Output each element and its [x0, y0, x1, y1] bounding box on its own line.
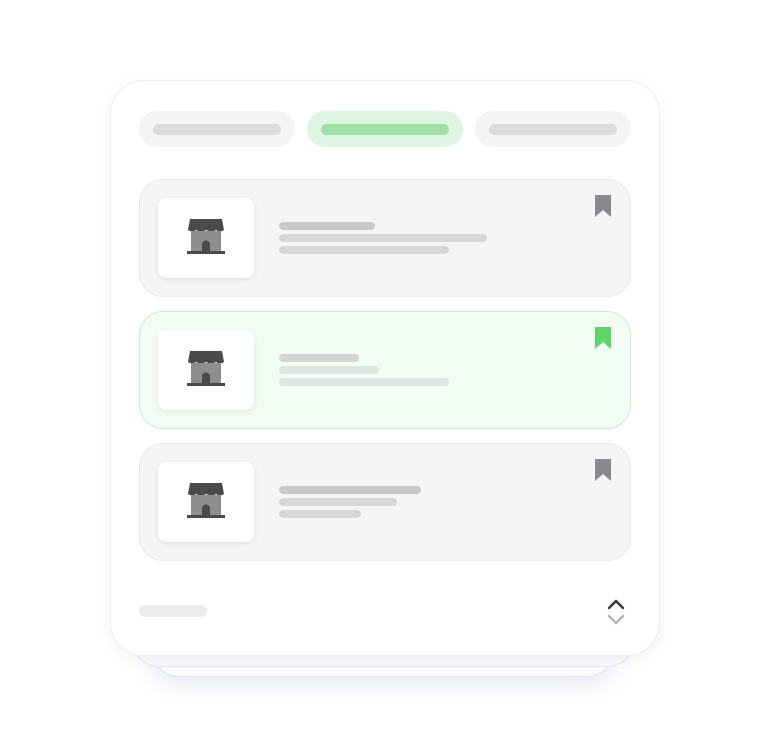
item-detail-placeholder — [279, 246, 449, 254]
item-detail-placeholder — [279, 510, 361, 518]
tab-2-active[interactable] — [307, 111, 463, 147]
item-title-placeholder — [279, 486, 421, 494]
tab-label-placeholder — [321, 123, 449, 135]
item-thumbnail — [158, 198, 254, 278]
list-item[interactable] — [139, 443, 631, 561]
storefront-icon — [187, 219, 225, 254]
footer-label-placeholder — [139, 605, 207, 617]
item-subtitle-placeholder — [279, 234, 487, 242]
tab-label-placeholder — [489, 123, 617, 135]
tab-label-placeholder — [153, 123, 281, 135]
chevron-up-down-icon[interactable] — [605, 597, 627, 627]
list-item[interactable] — [139, 179, 631, 297]
item-title-placeholder — [279, 354, 359, 362]
item-thumbnail — [158, 330, 254, 410]
bookmark-icon[interactable] — [594, 194, 612, 218]
item-thumbnail — [158, 462, 254, 542]
list-item-selected[interactable] — [139, 311, 631, 429]
item-subtitle-placeholder — [279, 366, 379, 374]
bookmark-filled-icon[interactable] — [594, 326, 612, 350]
bookmark-icon[interactable] — [594, 458, 612, 482]
item-title-placeholder — [279, 222, 375, 230]
item-subtitle-placeholder — [279, 498, 397, 506]
tab-1[interactable] — [139, 111, 295, 147]
listings-card — [110, 80, 660, 656]
storefront-icon — [187, 483, 225, 518]
storefront-icon — [187, 351, 225, 386]
tab-3[interactable] — [475, 111, 631, 147]
item-detail-placeholder — [279, 378, 449, 386]
